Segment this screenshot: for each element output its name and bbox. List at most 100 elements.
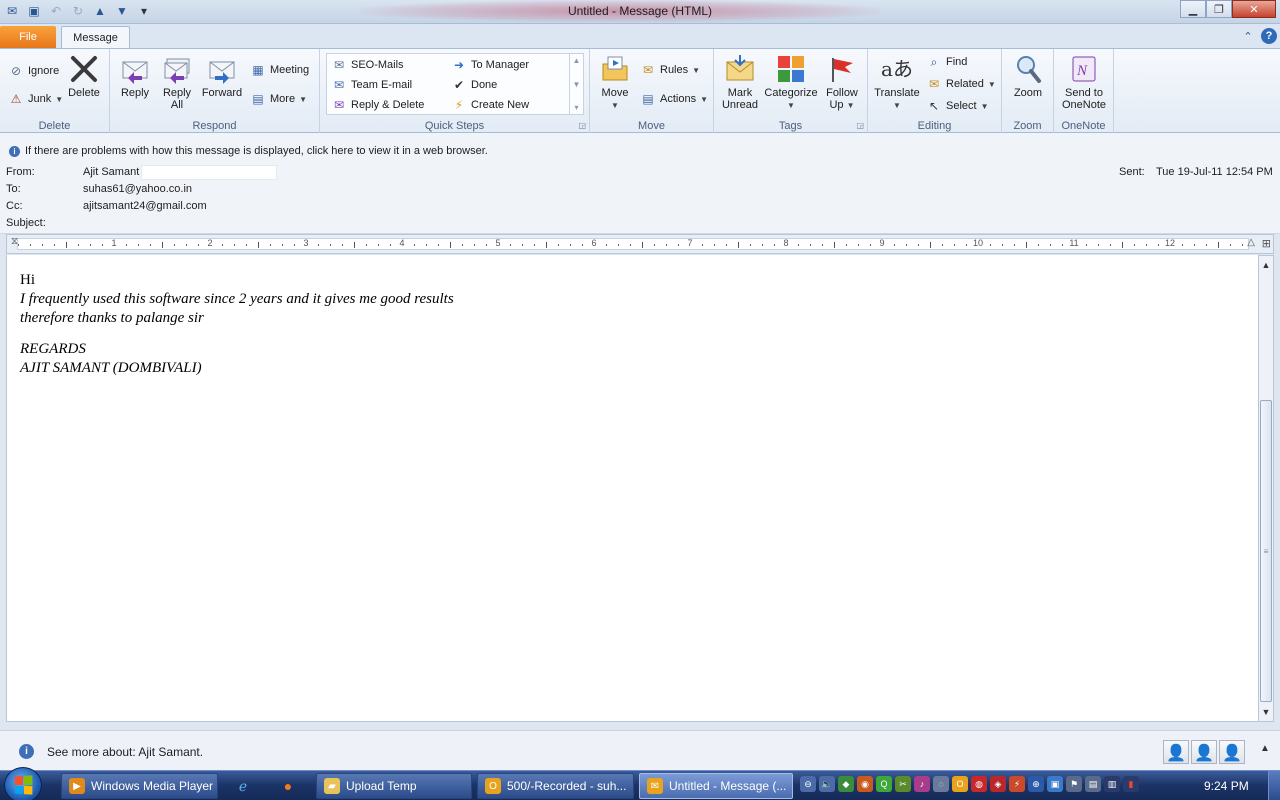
- tray-app-icon[interactable]: ▤: [1085, 776, 1101, 792]
- send-to-onenote-button[interactable]: N Send to OneNote: [1058, 53, 1110, 111]
- people-pane-text[interactable]: See more about: Ajit Samant.: [47, 745, 203, 759]
- quicksteps-scroll[interactable]: ▲ ▼ ▾: [569, 54, 583, 114]
- reply-all-button[interactable]: Reply All: [160, 53, 194, 111]
- show-desktop-button[interactable]: [1268, 771, 1280, 800]
- related-button[interactable]: ✉ Related ▼: [926, 76, 996, 92]
- avatar[interactable]: 👤: [1191, 740, 1217, 764]
- translate-button[interactable]: aあ Translate ▼: [872, 53, 922, 112]
- scroll-down-icon[interactable]: ▼: [573, 80, 581, 89]
- to-value[interactable]: suhas61@yahoo.co.in: [83, 183, 192, 195]
- tray-app-icon[interactable]: ▥: [1104, 776, 1120, 792]
- onenote-icon: N: [1068, 53, 1100, 85]
- cursor-icon: ↖: [928, 99, 940, 113]
- from-value[interactable]: Ajit Samant: [83, 166, 139, 178]
- close-button[interactable]: ✕: [1232, 0, 1276, 18]
- info-bar[interactable]: i If there are problems with how this me…: [9, 145, 488, 157]
- taskbar-item-message[interactable]: ✉ Untitled - Message (...: [639, 773, 793, 799]
- avatar[interactable]: 👤: [1163, 740, 1189, 764]
- ruler-dot: [246, 244, 247, 246]
- chevron-down-icon: ▼: [611, 101, 619, 110]
- ruler-dot: [678, 244, 679, 246]
- lightning-icon: ⚡: [454, 98, 464, 112]
- avatar[interactable]: 👤: [1219, 740, 1245, 764]
- tray-app-icon[interactable]: ◍: [971, 776, 987, 792]
- categorize-button[interactable]: Categorize ▼: [762, 53, 820, 112]
- volume-icon[interactable]: 🔈: [819, 776, 835, 792]
- maximize-button[interactable]: ❐: [1206, 0, 1232, 18]
- cc-value[interactable]: ajitsamant24@gmail.com: [83, 200, 207, 212]
- mark-unread-button[interactable]: Mark Unread: [718, 53, 762, 111]
- scroll-thumb[interactable]: ≡: [1260, 400, 1272, 702]
- zoom-button[interactable]: Zoom: [1008, 53, 1048, 99]
- help-icon[interactable]: ?: [1261, 28, 1277, 44]
- ruler-dot: [1098, 244, 1099, 246]
- quickstep-team-email[interactable]: ✉ Team E-mail: [331, 77, 412, 93]
- tray-app-icon[interactable]: ✂: [895, 776, 911, 792]
- taskbar-item-media-player[interactable]: ▶ Windows Media Player: [61, 773, 218, 799]
- right-indent-icon[interactable]: △: [1247, 237, 1255, 248]
- internet-explorer-icon[interactable]: ℯ: [232, 775, 254, 797]
- tab-file[interactable]: File: [0, 26, 56, 48]
- firefox-icon[interactable]: ●: [277, 775, 299, 797]
- tray-app-icon[interactable]: ⚡: [1009, 776, 1025, 792]
- taskbar-item-recorded[interactable]: O 500/-Recorded - suh...: [477, 773, 634, 799]
- tray-app-icon[interactable]: ⚑: [1066, 776, 1082, 792]
- tray-app-icon[interactable]: ♪: [914, 776, 930, 792]
- ruler-dot: [606, 244, 607, 246]
- tray-app-icon[interactable]: ▣: [1047, 776, 1063, 792]
- quickstep-create-new[interactable]: ⚡ Create New: [451, 97, 529, 113]
- message-body[interactable]: Hi I frequently used this software since…: [6, 255, 1258, 722]
- network-icon[interactable]: ⊖: [800, 776, 816, 792]
- view-ruler-icon[interactable]: ⊞: [1262, 237, 1271, 250]
- tray-app-icon[interactable]: ◉: [857, 776, 873, 792]
- tray-app-icon[interactable]: O: [952, 776, 968, 792]
- minimize-ribbon-icon[interactable]: ⌃: [1240, 28, 1256, 44]
- tray-app-icon[interactable]: ◈: [990, 776, 1006, 792]
- delete-group-label: Delete: [38, 120, 71, 132]
- tray-app-icon[interactable]: ⊕: [1028, 776, 1044, 792]
- tray-app-icon[interactable]: Q: [876, 776, 892, 792]
- select-button[interactable]: ↖ Select ▼: [926, 98, 989, 114]
- clock[interactable]: 9:24 PM: [1204, 779, 1249, 793]
- follow-up-button[interactable]: Follow Up ▼: [822, 53, 862, 112]
- quickstep-done[interactable]: ✔ Done: [451, 77, 497, 93]
- quickstep-to-manager[interactable]: ➜ To Manager: [451, 57, 529, 73]
- junk-button[interactable]: ⚠ Junk ▼: [8, 91, 64, 107]
- scroll-up-icon[interactable]: ▲: [1259, 257, 1273, 273]
- ruler-dot: [1086, 244, 1087, 246]
- body-line: I frequently used this software since 2 …: [20, 291, 454, 307]
- minimize-button[interactable]: ▁: [1180, 0, 1206, 18]
- ruler-dot: [870, 244, 871, 246]
- delete-button[interactable]: Delete: [64, 53, 104, 99]
- tab-message[interactable]: Message: [61, 26, 130, 49]
- rules-button[interactable]: ✉ Rules ▼: [640, 62, 700, 78]
- reply-button[interactable]: Reply: [118, 53, 152, 99]
- forward-button[interactable]: Forward: [200, 53, 244, 99]
- editing-group-label: Editing: [917, 120, 952, 132]
- indent-marker-icon[interactable]: ⧖: [11, 236, 18, 247]
- ruler-tick: [642, 242, 643, 248]
- zoom-group-label: Zoom: [1013, 120, 1042, 132]
- quickstep-seo-mails[interactable]: ✉ SEO-Mails: [331, 57, 404, 73]
- signal-icon[interactable]: ▮: [1123, 776, 1139, 792]
- chevron-up-icon[interactable]: ▲: [1260, 743, 1270, 754]
- taskbar-item-upload-temp[interactable]: ▰ Upload Temp: [316, 773, 472, 799]
- move-button[interactable]: Move ▼: [596, 53, 634, 112]
- ruler-tick: [1122, 242, 1123, 248]
- scroll-up-icon[interactable]: ▲: [573, 56, 581, 65]
- more-button[interactable]: ▤ More ▼: [250, 91, 307, 107]
- vertical-scrollbar[interactable]: ▲ ≡ ▼: [1258, 255, 1274, 722]
- expand-gallery-icon[interactable]: ▾: [574, 103, 578, 112]
- ruler-dot: [486, 244, 487, 246]
- find-button[interactable]: ⌕ Find: [926, 54, 968, 70]
- ruler-number: 6: [591, 238, 597, 248]
- ignore-button[interactable]: ⊘ Ignore: [8, 63, 59, 79]
- ruler-number: 11: [1069, 238, 1079, 248]
- meeting-button[interactable]: ▦ Meeting: [250, 62, 309, 78]
- actions-button[interactable]: ▤ Actions ▼: [640, 91, 708, 107]
- start-button[interactable]: [4, 767, 42, 800]
- quickstep-reply-delete[interactable]: ✉ Reply & Delete: [331, 97, 424, 113]
- tray-app-icon[interactable]: ◆: [838, 776, 854, 792]
- scroll-down-icon[interactable]: ▼: [1259, 704, 1273, 720]
- tray-app-icon[interactable]: ◌: [933, 776, 949, 792]
